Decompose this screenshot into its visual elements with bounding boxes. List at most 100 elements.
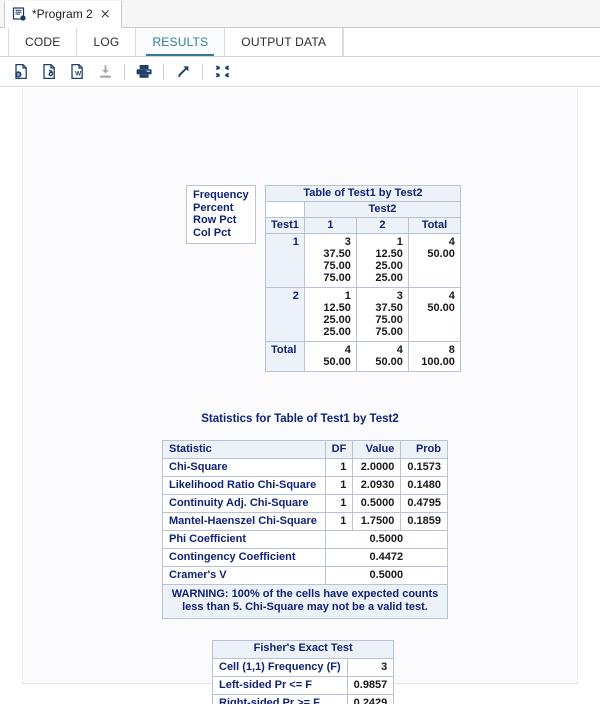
crosstab-total-cell-2: 4 50.00 [355, 341, 409, 372]
download-button[interactable] [92, 60, 118, 84]
crosstab-legend: Frequency Percent Row Pct Col Pct [186, 185, 256, 244]
download-icon [97, 63, 114, 80]
toolbar-separator [163, 63, 164, 80]
tab-results[interactable]: RESULTS [136, 28, 226, 56]
tab-log-label: LOG [93, 35, 120, 49]
statistic-label: Phi Coefficient [162, 530, 326, 549]
statistics-col-statistic: Statistic [162, 440, 326, 459]
table-row: 1 3 37.50 75.00 75.00 1 12.50 25.00 25.0… [265, 233, 461, 288]
cell-frequency: 4 [344, 344, 351, 356]
statistic-df: 1 [324, 494, 354, 513]
statistic-value: 0.5000 [352, 494, 402, 513]
crosstab-title-row: Table of Test1 by Test2 [265, 185, 461, 202]
statistic-label: Mantel-Haenszel Chi-Square [162, 512, 326, 531]
statistic-label: Chi-Square [162, 458, 326, 477]
tab-bar-filler [343, 28, 600, 56]
table-row: Cell (1,1) Frequency (F) 3 [212, 658, 395, 677]
print-button[interactable] [131, 60, 157, 84]
tab-results-label: RESULTS [152, 35, 209, 49]
fisher-title-row: Fisher's Exact Test [211, 640, 395, 659]
fisher-title: Fisher's Exact Test [211, 640, 395, 659]
tab-code[interactable]: CODE [8, 28, 78, 56]
crosstab-cell-2-total: 4 50.00 [407, 287, 461, 342]
statistic-value: 2.0000 [352, 458, 402, 477]
crosstab-total-row: Total 4 50.00 4 50.00 8 100.00 [265, 341, 461, 372]
tab-output-data[interactable]: OUTPUT DATA [225, 28, 344, 56]
legend-line-row-pct: Row Pct [193, 214, 237, 226]
close-icon[interactable]: × [98, 8, 113, 21]
cell-frequency: 3 [344, 236, 351, 248]
fisher-value: 0.9857 [346, 676, 395, 695]
cell-col-pct: 75.00 [375, 326, 403, 338]
crosstab-cell-1-total: 4 50.00 [407, 233, 461, 288]
statistic-label: Likelihood Ratio Chi-Square [162, 476, 326, 495]
cell-percent: 50.00 [375, 356, 403, 368]
statistics-header-row: Statistic DF Value Prob [162, 440, 448, 459]
statistics-col-df: DF [324, 440, 354, 459]
cell-frequency: 8 [448, 344, 455, 356]
crosstab-row-var-label: Test1 [265, 217, 305, 234]
statistic-label: Contingency Coefficient [162, 548, 326, 567]
table-row: Mantel-Haenszel Chi-Square 1 1.7500 0.18… [162, 512, 448, 531]
cell-percent: 100.00 [421, 356, 455, 368]
tab-log[interactable]: LOG [77, 28, 137, 56]
crosstab-row-label-2: 2 [265, 287, 305, 342]
results-canvas[interactable]: Frequency Percent Row Pct Col Pct Table … [0, 88, 600, 704]
toolbar-separator [124, 63, 125, 80]
collapse-button[interactable] [209, 60, 235, 84]
tab-code-label: CODE [25, 35, 61, 49]
crosstab-cell-2-1: 1 12.50 25.00 25.00 [303, 287, 357, 342]
toolbar-separator [202, 63, 203, 80]
sas-studio-window: *Program 2 × CODE LOG RESULTS OUTPUT DAT… [0, 0, 600, 704]
statistics-warning: WARNING: 100% of the cells have expected… [162, 584, 448, 619]
statistic-df: 1 [324, 476, 354, 495]
statistic-value: 0.5000 [324, 530, 449, 549]
results-toolbar: 5 W [0, 57, 600, 87]
statistic-value: 0.5000 [324, 566, 449, 585]
export-pdf-icon [41, 63, 58, 80]
cell-percent: 37.50 [375, 302, 403, 314]
cell-percent: 12.50 [323, 302, 351, 314]
crosstab-colgroup-row: Test2 [265, 201, 461, 218]
crosstab-col-header-total: Total [407, 217, 461, 234]
statistic-prob: 0.1480 [400, 476, 448, 495]
export-pdf-button[interactable] [36, 60, 62, 84]
table-row: Phi Coefficient 0.5000 [162, 530, 449, 549]
legend-line-col-pct: Col Pct [193, 226, 231, 239]
tab-output-data-label: OUTPUT DATA [241, 35, 327, 49]
cell-percent: 50.00 [427, 248, 455, 260]
statistic-prob: 0.1573 [400, 458, 448, 477]
export-html-button[interactable]: 5 [8, 60, 34, 84]
view-tab-bar: CODE LOG RESULTS OUTPUT DATA [0, 28, 600, 57]
fisher-label: Cell (1,1) Frequency (F) [212, 658, 348, 677]
export-html-icon: 5 [13, 63, 30, 80]
open-new-window-button[interactable] [170, 60, 196, 84]
cell-frequency: 4 [448, 236, 455, 248]
program-tab-label: *Program 2 [32, 7, 93, 21]
cell-row-pct: 75.00 [375, 314, 403, 326]
cell-frequency: 4 [396, 344, 403, 356]
crosstab-col-header-1: 1 [303, 217, 357, 234]
crosstab-total-label: Total [265, 341, 305, 372]
crosstab-grand-total: 8 100.00 [407, 341, 461, 372]
program-tab[interactable]: *Program 2 × [4, 1, 122, 28]
table-row: Cramer's V 0.5000 [162, 566, 449, 585]
statistic-value: 1.7500 [352, 512, 402, 531]
export-word-button[interactable]: W [64, 60, 90, 84]
table-row: Left-sided Pr <= F 0.9857 [212, 676, 395, 695]
table-row: Right-sided Pr >= F 0.2429 [212, 694, 395, 704]
statistic-value: 2.0930 [352, 476, 402, 495]
crosstab-table: Table of Test1 by Test2 Test2 Test1 1 2 … [265, 185, 461, 372]
legend-line-frequency: Frequency [193, 189, 249, 201]
cell-percent: 50.00 [427, 302, 455, 314]
crosstab-cell-1-2: 1 12.50 25.00 25.00 [355, 233, 409, 288]
fisher-exact-test-table: Fisher's Exact Test Cell (1,1) Frequency… [211, 640, 395, 704]
statistic-prob: 0.4795 [400, 494, 448, 513]
crosstab-corner-blank [265, 201, 305, 218]
cell-frequency: 3 [396, 290, 403, 302]
cell-col-pct: 75.00 [323, 272, 351, 284]
table-row: Likelihood Ratio Chi-Square 1 2.0930 0.1… [162, 476, 448, 495]
crosstab-header-row: Test1 1 2 Total [265, 217, 461, 234]
legend-line-percent: Percent [193, 201, 234, 214]
cell-row-pct: 75.00 [323, 260, 351, 272]
